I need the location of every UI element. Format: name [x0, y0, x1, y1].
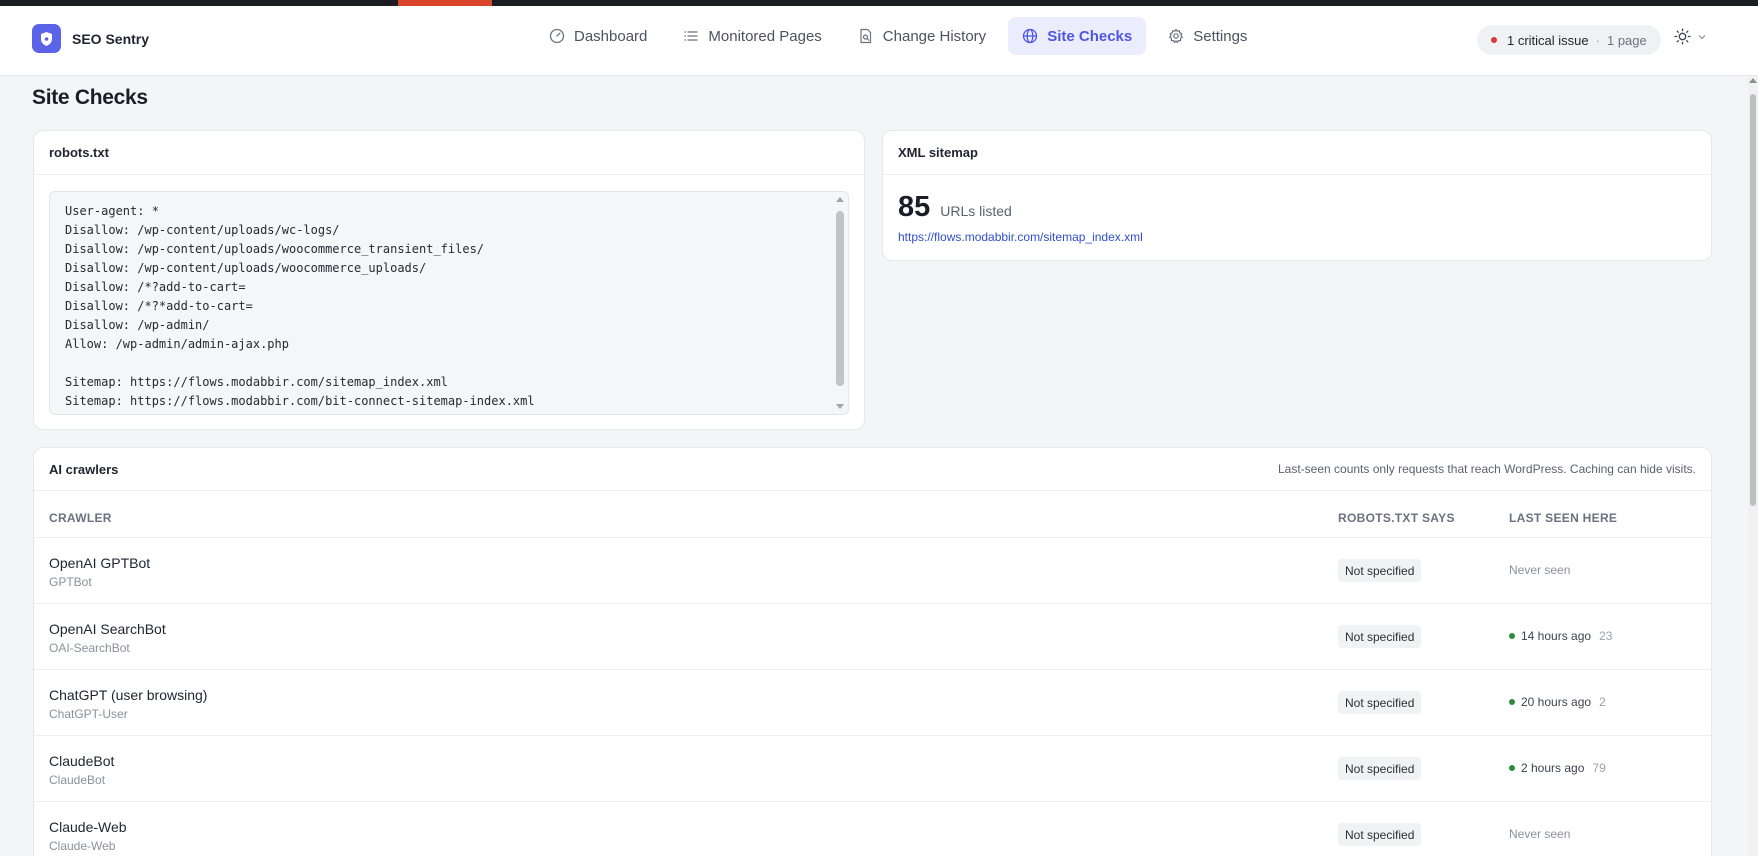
- status-separator: ·: [1595, 32, 1600, 48]
- last-seen-text: 2 hours ago: [1521, 761, 1585, 775]
- nav-dashboard-label: Dashboard: [574, 27, 648, 45]
- scroll-up-icon[interactable]: [1749, 78, 1757, 83]
- robots-status-badge: Not specified: [1338, 559, 1422, 582]
- sitemap-card-title: XML sitemap: [898, 145, 978, 160]
- brand[interactable]: SEO Sentry: [32, 24, 149, 53]
- brand-name: SEO Sentry: [72, 30, 150, 47]
- sitemap-count-label: URLs listed: [940, 203, 1012, 219]
- sun-icon: [1674, 28, 1691, 45]
- last-seen-text: 14 hours ago: [1521, 629, 1592, 643]
- robots-content: User-agent: * Disallow: /wp-content/uplo…: [65, 204, 535, 408]
- last-seen-text: Never seen: [1509, 827, 1571, 841]
- page-title: Site Checks: [32, 86, 148, 109]
- scrollbar-thumb[interactable]: [836, 211, 844, 386]
- critical-issue-pill[interactable]: 1 critical issue · 1 page: [1477, 25, 1661, 55]
- sitemap-link[interactable]: https://flows.modabbir.com/sitemap_index…: [898, 230, 1143, 244]
- visit-count: 79: [1592, 761, 1606, 775]
- crawler-agent: ClaudeBot: [49, 773, 106, 787]
- status-main: 1 critical issue: [1507, 32, 1589, 48]
- last-seen: 2 hours ago 79: [1509, 761, 1606, 775]
- table-row: Claude-Web Claude-Web Not specified Neve…: [34, 802, 1711, 856]
- crawler-agent: GPTBot: [49, 575, 92, 589]
- last-seen-text: 20 hours ago: [1521, 695, 1592, 709]
- nav-settings-label: Settings: [1193, 27, 1248, 45]
- visit-count: 2: [1599, 695, 1606, 709]
- globe-icon: [1023, 28, 1038, 44]
- crawler-agent: ChatGPT-User: [49, 707, 128, 721]
- nav-dashboard[interactable]: Dashboard: [535, 17, 661, 55]
- list-icon: [684, 31, 699, 41]
- robots-content-box[interactable]: User-agent: * Disallow: /wp-content/uplo…: [49, 191, 849, 415]
- crawler-name: ChatGPT (user browsing): [49, 687, 208, 703]
- last-seen: 14 hours ago 23: [1509, 629, 1612, 643]
- sitemap-count: 85 URLs listed: [898, 191, 1012, 224]
- nav-monitored-pages-label: Monitored Pages: [708, 27, 822, 45]
- crawlers-card-title: AI crawlers: [49, 461, 119, 477]
- nav-change-history-label: Change History: [882, 27, 987, 45]
- crawlers-note: Last-seen counts only requests that reac…: [1278, 462, 1696, 476]
- robots-status-badge: Not specified: [1338, 625, 1422, 648]
- last-seen: Never seen: [1509, 827, 1570, 841]
- dashboard-gauge-icon: [549, 28, 565, 44]
- crawler-name: OpenAI GPTBot: [49, 555, 151, 571]
- crawler-agent: Claude-Web: [49, 839, 116, 853]
- table-row: OpenAI SearchBot OAI-SearchBot Not speci…: [34, 604, 1711, 670]
- table-row: OpenAI GPTBot GPTBot Not specified Never…: [34, 538, 1711, 604]
- critical-dot-icon: [1491, 37, 1497, 43]
- shield-logo-icon: [32, 24, 61, 53]
- robots-status-badge: Not specified: [1338, 823, 1422, 846]
- nav-monitored-pages[interactable]: Monitored Pages: [669, 17, 835, 55]
- robots-status-badge: Not specified: [1338, 757, 1422, 780]
- robots-scrollbar[interactable]: [835, 194, 846, 412]
- seen-dot-icon: [1509, 699, 1515, 705]
- sitemap-card: XML sitemap 85 URLs listed https://flows…: [882, 130, 1712, 261]
- crawler-name: OpenAI SearchBot: [49, 621, 166, 637]
- nav-site-checks-label: Site Checks: [1047, 27, 1133, 45]
- sitemap-url-count: 85: [898, 191, 931, 223]
- last-seen-text: Never seen: [1509, 563, 1571, 577]
- column-robots-says: ROBOTS.TXT SAYS: [1338, 511, 1455, 525]
- page-scrollbar[interactable]: [1748, 76, 1758, 856]
- table-row: ClaudeBot ClaudeBot Not specified 2 hour…: [34, 736, 1711, 802]
- seen-dot-icon: [1509, 765, 1515, 771]
- robots-card-title: robots.txt: [49, 145, 109, 160]
- scroll-up-icon[interactable]: [836, 197, 844, 202]
- table-row: ChatGPT (user browsing) ChatGPT-User Not…: [34, 670, 1711, 736]
- app-header: SEO Sentry Dashboard Monitored Pages Cha…: [0, 6, 1758, 76]
- gear-icon: [1169, 28, 1184, 44]
- nav-settings[interactable]: Settings: [1154, 17, 1261, 55]
- column-last-seen: LAST SEEN HERE: [1509, 511, 1618, 525]
- nav-change-history[interactable]: Change History: [844, 17, 1000, 55]
- crawler-agent: OAI-SearchBot: [49, 641, 130, 655]
- last-seen: 20 hours ago 2: [1509, 695, 1606, 709]
- last-seen: Never seen: [1509, 563, 1570, 577]
- main-nav: Dashboard Monitored Pages Change History…: [535, 17, 1261, 55]
- visit-count: 23: [1599, 629, 1613, 643]
- seen-dot-icon: [1509, 633, 1515, 639]
- page-scrollbar-thumb[interactable]: [1750, 94, 1756, 506]
- nav-site-checks[interactable]: Site Checks: [1008, 17, 1147, 55]
- status-sub: 1 page: [1606, 32, 1647, 48]
- crawlers-table-header: CRAWLER ROBOTS.TXT SAYS LAST SEEN HERE: [34, 491, 1711, 538]
- chevron-down-icon: [1698, 34, 1706, 39]
- robots-card: robots.txt User-agent: * Disallow: /wp-c…: [33, 130, 865, 430]
- theme-toggle[interactable]: [1674, 28, 1707, 45]
- crawler-name: ClaudeBot: [49, 753, 115, 769]
- document-search-icon: [860, 28, 871, 44]
- robots-status-badge: Not specified: [1338, 691, 1422, 714]
- scroll-down-icon[interactable]: [836, 404, 844, 409]
- crawler-name: Claude-Web: [49, 819, 127, 835]
- ai-crawlers-card: AI crawlers Last-seen counts only reques…: [33, 447, 1712, 856]
- column-crawler: CRAWLER: [49, 511, 112, 525]
